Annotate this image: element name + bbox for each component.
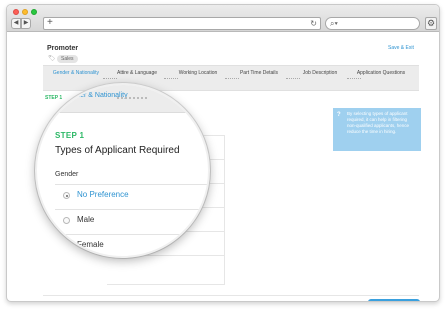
option-divider: [55, 184, 208, 185]
radio-button[interactable]: [63, 192, 70, 199]
step-separator: [117, 97, 147, 99]
browser-window: ◀ ▶ + ↻ ⌕▾ ⚙ Promoter 🏷 Sales Save & Exi…: [6, 4, 440, 302]
maximize-window-button[interactable]: [31, 9, 37, 15]
option-divider: [55, 234, 208, 235]
add-tab-icon[interactable]: +: [47, 17, 53, 28]
step-tab-working-location[interactable]: Working Location: [171, 70, 225, 76]
form-title: Types of Applicant Required: [55, 145, 180, 156]
step-separator: [347, 78, 361, 79]
browser-search-input[interactable]: ⌕▾: [325, 17, 420, 30]
step-tab-job-description[interactable]: Job Description: [293, 70, 347, 76]
page-title: Promoter: [47, 45, 79, 52]
radio-button[interactable]: [63, 217, 70, 224]
footer-divider: [43, 295, 419, 296]
step-tab-gender-nationality[interactable]: Gender & Nationality: [49, 70, 103, 76]
step-separator: [103, 78, 117, 79]
forward-button[interactable]: ▶: [21, 18, 31, 29]
settings-gear-button[interactable]: ⚙: [425, 17, 437, 30]
tooltip-text: By selecting types of applicant required…: [347, 111, 410, 134]
back-button[interactable]: ◀: [11, 18, 21, 29]
close-window-button[interactable]: [13, 9, 19, 15]
radio-label[interactable]: Female: [77, 240, 104, 249]
tag-icon: 🏷: [48, 56, 56, 62]
question-icon: ?: [337, 112, 341, 118]
next-button[interactable]: [368, 299, 420, 301]
save-exit-link[interactable]: Save & Exit: [388, 45, 414, 51]
magnified-form-view: Gender & Nationality STEP 1 Types of App…: [35, 83, 210, 258]
minimize-window-button[interactable]: [22, 9, 28, 15]
radio-button[interactable]: [63, 242, 70, 249]
help-tooltip: ? By selecting types of applicant requir…: [333, 108, 421, 151]
gear-icon: ⚙: [426, 18, 436, 28]
step-separator: [225, 78, 239, 79]
radio-label[interactable]: Male: [77, 215, 94, 224]
form-divider: [107, 284, 225, 285]
step-label: STEP 1: [55, 131, 85, 140]
reload-icon[interactable]: ↻: [310, 19, 317, 28]
gender-label: Gender: [55, 171, 79, 178]
step-tab-attire-language[interactable]: Attire & Language: [110, 70, 164, 76]
magnified-step-bar: Gender & Nationality: [37, 85, 208, 113]
step-tab-application-questions[interactable]: Application Questions: [354, 70, 408, 76]
step-separator: [164, 78, 178, 79]
form-border: [224, 135, 225, 285]
search-icon: ⌕▾: [330, 19, 338, 28]
browser-toolbar: ◀ ▶ + ↻ ⌕▾ ⚙: [7, 5, 439, 32]
step-tab-part-time-details[interactable]: Part Time Details: [232, 70, 286, 76]
option-divider: [55, 209, 208, 210]
address-bar[interactable]: + ↻: [43, 17, 321, 30]
step-separator: [286, 78, 300, 79]
radio-label[interactable]: No Preference: [77, 190, 129, 199]
category-badge: Sales: [57, 55, 78, 63]
